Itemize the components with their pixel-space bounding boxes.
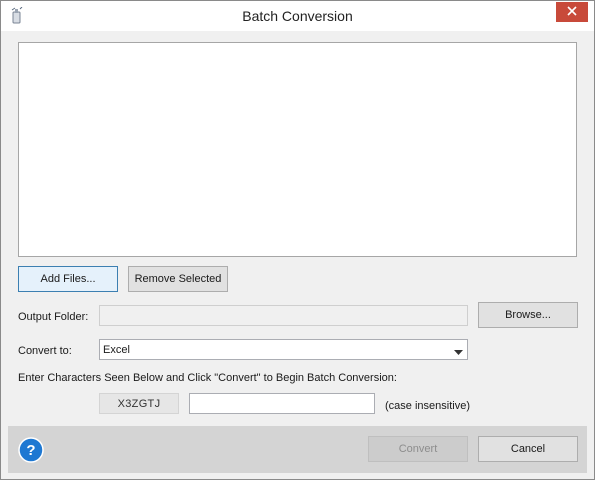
dialog-footer: ? Convert Cancel (8, 426, 587, 473)
file-list[interactable] (18, 42, 577, 257)
dialog-body: Add Files... Remove Selected Output Fold… (8, 31, 587, 473)
window-title: Batch Conversion (242, 8, 353, 24)
help-icon[interactable]: ? (18, 437, 44, 463)
batch-conversion-dialog: Batch Conversion Add Files... Remove Sel… (0, 0, 595, 480)
captcha-field[interactable] (189, 393, 375, 414)
convert-to-select[interactable]: Excel (99, 339, 468, 360)
chevron-down-icon[interactable] (454, 347, 463, 355)
convert-button[interactable]: Convert (368, 436, 468, 462)
title-bar[interactable]: Batch Conversion (1, 1, 594, 31)
svg-text:?: ? (26, 442, 35, 459)
convert-to-value: Excel (103, 344, 130, 356)
captcha-hint: (case insensitive) (385, 400, 470, 412)
captcha-code: X3ZGTJ (99, 393, 179, 414)
cancel-button[interactable]: Cancel (478, 436, 578, 462)
output-folder-input[interactable] (100, 306, 467, 325)
convert-to-label: Convert to: (18, 345, 72, 357)
captcha-input[interactable] (190, 394, 374, 413)
close-icon (567, 5, 577, 19)
add-files-button[interactable]: Add Files... (18, 266, 118, 292)
browse-button[interactable]: Browse... (478, 302, 578, 328)
close-button[interactable] (556, 2, 588, 22)
output-folder-label: Output Folder: (18, 311, 89, 323)
captcha-instruction: Enter Characters Seen Below and Click "C… (18, 372, 397, 384)
remove-selected-button[interactable]: Remove Selected (128, 266, 228, 292)
output-folder-field[interactable] (99, 305, 468, 326)
